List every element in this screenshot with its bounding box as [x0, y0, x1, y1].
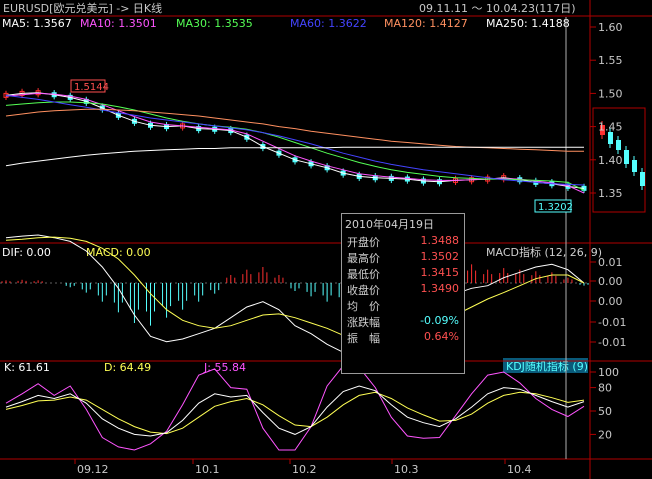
price-tick-label: 1.40: [598, 154, 623, 167]
ma-label: MA250: 1.4188: [486, 17, 570, 30]
popup-row-value: 1.3488: [420, 234, 460, 247]
kdj-tick-label: 80: [598, 382, 612, 395]
price-info-popup: 2010年04月19日 开盘价 1.3488 最高价 1.3502 最低价 1.3415 收…: [341, 213, 465, 374]
popup-row-label: 涨跌幅: [347, 316, 380, 329]
kdj-d-line: [5, 391, 585, 435]
price-tick-label: 1.50: [598, 87, 623, 100]
popup-row: 最高价 1.3502: [347, 250, 463, 265]
popup-row-label: 收盘价: [347, 284, 380, 297]
popup-row-value: 1.3490: [420, 282, 460, 295]
popup-row: 收盘价 1.3490: [347, 282, 463, 297]
popup-row: 均 价: [347, 298, 463, 313]
ma-label: MA120: 1.4127: [384, 17, 468, 30]
x-tick-label: 10.2: [292, 463, 317, 476]
ma-line-ma120: [5, 108, 584, 152]
macd-tick-label: 0.00: [598, 295, 623, 308]
x-tick-label: 09.12: [77, 463, 109, 476]
popup-row: 最低价 1.3415: [347, 266, 463, 281]
popup-date: 2010年04月19日: [345, 218, 434, 231]
x-tick-label: 10.1: [195, 463, 220, 476]
popup-row-value: 1.3415: [420, 266, 460, 279]
kdj-tick-label: 20: [598, 428, 612, 441]
kdj-tick-label: 50: [598, 405, 612, 418]
macd-indicator-name: MACD指标 (12, 26, 9): [486, 245, 602, 259]
price-tick-label: 1.60: [598, 21, 623, 34]
ma-label: MA60: 1.3622: [290, 17, 367, 30]
popup-row-value: 1.3502: [420, 250, 460, 263]
high-price-label: 1.5144: [74, 82, 109, 93]
popup-row-label: 开盘价: [347, 236, 380, 249]
kdj-tick-label: 100: [598, 366, 619, 379]
macd-legend: DIF: 0.00 MACD: 0.00: [2, 246, 151, 259]
date-range: 09.11.11 ～ 10.04.23(117日): [419, 2, 576, 15]
low-price-label: 1.3202: [538, 202, 573, 213]
macd-tick-label: 0.00: [598, 275, 623, 288]
popup-row: 开盘价 1.3488: [347, 234, 463, 249]
popup-row-label: 振 幅: [347, 332, 380, 345]
macd-tick-label: 0.01: [598, 256, 623, 269]
ma-line-ma30: [5, 101, 585, 191]
ma-label: MA30: 1.3535: [176, 17, 253, 30]
popup-row-label: 最低价: [347, 268, 380, 281]
popup-row: 涨跌幅 -0.09%: [347, 314, 463, 329]
side-candle: [616, 140, 621, 150]
macd-label: DIF: 0.00: [2, 246, 51, 259]
popup-row-label: 均 价: [347, 300, 380, 313]
side-candle: [632, 160, 637, 172]
kdj-label: D: 64.49: [104, 361, 151, 374]
kdj-label: J: 55.84: [203, 361, 246, 374]
side-candle: [640, 172, 645, 186]
popup-row-value: 0.64%: [424, 330, 459, 343]
ma-label: MA10: 1.3501: [80, 17, 157, 30]
price-tick-label: 1.45: [598, 121, 623, 134]
macd-tick-label: -0.01: [598, 336, 626, 349]
popup-row: 振 幅 0.64%: [347, 330, 463, 345]
ma-line-ma5: [5, 92, 585, 189]
symbol-title: EURUSD[欧元兑美元] -> 日K线: [3, 1, 162, 15]
popup-row-label: 最高价: [347, 252, 380, 265]
kdj-label: K: 61.61: [4, 361, 50, 374]
kdj-legend: K: 61.61 D: 64.49 J: 55.84: [4, 361, 246, 374]
x-tick-label: 10.3: [394, 463, 419, 476]
macd-label: MACD: 0.00: [86, 246, 151, 259]
side-candle: [624, 150, 629, 164]
kdj-j-line: [5, 365, 585, 451]
side-candle: [608, 132, 613, 144]
macd-tick-label: -0.01: [598, 316, 626, 329]
kdj-k-line: [5, 385, 585, 437]
x-tick-label: 10.4: [507, 463, 532, 476]
ma-legend: MA5: 1.3567 MA10: 1.3501 MA30: 1.3535 MA60:…: [2, 17, 570, 30]
ma-label: MA5: 1.3567: [2, 17, 72, 30]
price-tick-label: 1.35: [598, 187, 623, 200]
chart-canvas: EURUSD[欧元兑美元] -> 日K线 09.11.11 ～ 10.04.23…: [0, 0, 652, 479]
price-tick-label: 1.55: [598, 54, 623, 67]
popup-row-value: -0.09%: [420, 314, 459, 327]
